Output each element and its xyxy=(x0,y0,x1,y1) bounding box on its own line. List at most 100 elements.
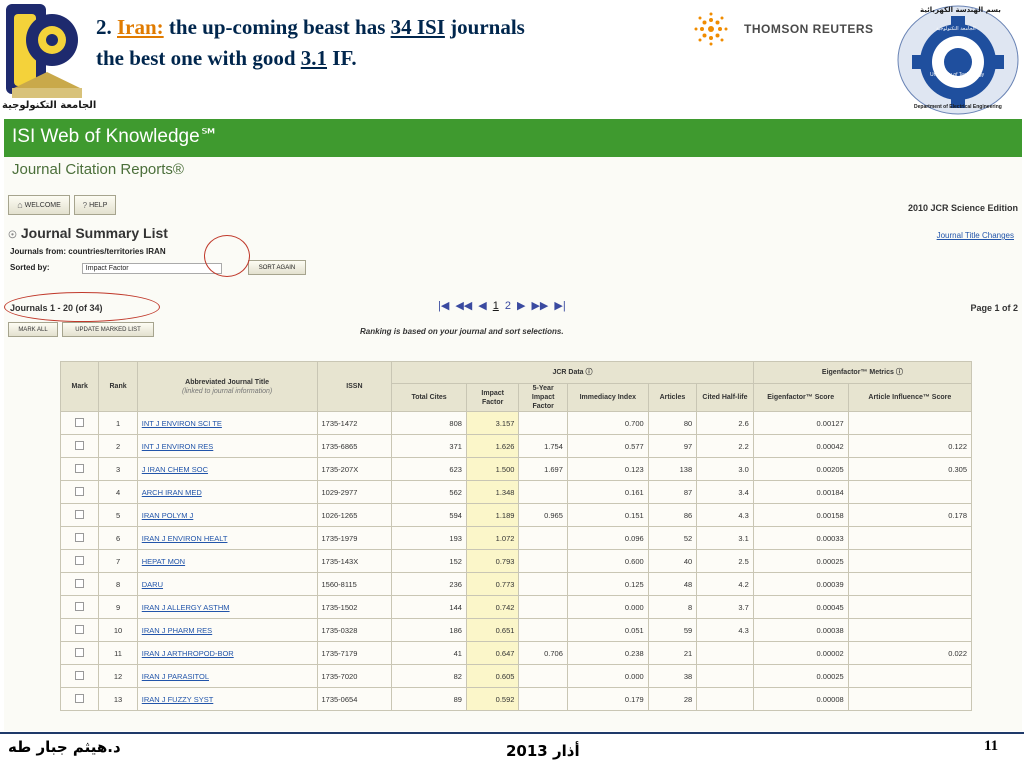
sorted-by-label: Sorted by: xyxy=(10,263,50,272)
page-1-link[interactable]: 1 xyxy=(493,300,499,312)
welcome-button[interactable]: ⌂ WELCOME xyxy=(8,195,70,215)
journal-title-link[interactable]: IRAN J PHARM RES xyxy=(142,626,212,635)
title-cell: IRAN J FUZZY SYST xyxy=(136,687,318,711)
next-ten-icon[interactable]: ▶▶ xyxy=(531,299,548,312)
header-rank: Rank xyxy=(98,361,138,412)
prev-page-icon[interactable]: ◀ xyxy=(478,299,486,312)
issn-cell: 1735-7179 xyxy=(316,641,393,665)
journal-title-link[interactable]: HEPAT MON xyxy=(142,557,185,566)
university-name-arabic: الجامعة التكنولوجية xyxy=(2,100,97,111)
journal-title-link[interactable]: IRAN J PARASITOL xyxy=(142,672,209,681)
impact-factor-cell: 0.651 xyxy=(465,618,520,642)
department-arabic-name: الجامعة التكنولوجية xyxy=(936,26,976,32)
article-influence-cell xyxy=(847,480,973,504)
mark-checkbox[interactable] xyxy=(75,417,85,427)
journal-title-link[interactable]: IRAN POLYM J xyxy=(142,511,194,520)
header-title-label: Abbreviated Journal Title xyxy=(185,378,270,386)
mark-checkbox[interactable] xyxy=(75,624,85,634)
eigenfactor-cell: 0.00002 xyxy=(752,641,849,665)
title-number: 2. xyxy=(96,15,112,39)
journal-title-link[interactable]: IRAN J ENVIRON HEALT xyxy=(142,534,228,543)
cited-half-life-cell: 3.0 xyxy=(696,457,754,481)
page-2-link[interactable]: 2 xyxy=(505,300,511,312)
eigenfactor-cell: 0.00025 xyxy=(752,549,849,573)
sort-select[interactable]: Impact Factor xyxy=(81,263,222,274)
help-label: HELP xyxy=(89,201,108,209)
eigen-info-icon[interactable]: ⓘ xyxy=(896,369,903,376)
mark-checkbox[interactable] xyxy=(75,532,85,542)
title-country: Iran: xyxy=(117,15,164,39)
eigenfactor-cell: 0.00184 xyxy=(752,480,849,504)
first-page-icon[interactable]: |◀ xyxy=(438,299,449,312)
home-icon: ⌂ xyxy=(17,200,23,210)
thomson-reuters-logo: THOMSON REUTERS xyxy=(686,12,891,46)
total-cites-cell: 236 xyxy=(391,572,467,596)
mark-checkbox[interactable] xyxy=(75,693,85,703)
last-page-icon[interactable]: ▶| xyxy=(554,299,565,312)
table-row: 12 IRAN J PARASITOL 1735-7020 82 0.605 0.000 3… xyxy=(59,664,973,688)
cited-half-life-cell: 2.2 xyxy=(696,434,754,458)
five-year-cell xyxy=(518,526,568,550)
summary-list-label: Journal Summary List xyxy=(20,225,168,241)
rank-cell: 1 xyxy=(98,411,138,435)
mark-checkbox[interactable] xyxy=(75,509,85,519)
issn-cell: 1735-0654 xyxy=(316,687,393,711)
journal-title-link[interactable]: IRAN J ALLERGY ASTHM xyxy=(142,603,230,612)
articles-cell: 8 xyxy=(647,595,698,619)
journal-title-link[interactable]: INT J ENVIRON SCI TE xyxy=(142,419,222,428)
update-marked-list-button[interactable]: UPDATE MARKED LIST xyxy=(62,322,154,337)
articles-cell: 21 xyxy=(647,641,698,665)
cited-half-life-cell: 4.3 xyxy=(696,618,754,642)
journal-title-link[interactable]: INT J ENVIRON RES xyxy=(142,442,214,451)
header-jcr-data: JCR Data ⓘ xyxy=(391,361,754,384)
help-button[interactable]: ? HELP xyxy=(74,195,116,215)
impact-factor-cell: 1.189 xyxy=(465,503,520,527)
journal-title-link[interactable]: ARCH IRAN MED xyxy=(142,488,202,497)
mark-checkbox[interactable] xyxy=(75,440,85,450)
jcr-info-icon[interactable]: ⓘ xyxy=(586,369,593,376)
next-page-icon[interactable]: ▶ xyxy=(517,299,525,312)
journal-title-changes-link[interactable]: Journal Title Changes xyxy=(937,231,1014,240)
table-row: 13 IRAN J FUZZY SYST 1735-0654 89 0.592 0.179… xyxy=(59,687,973,711)
five-year-cell xyxy=(518,549,568,573)
article-influence-cell: 0.305 xyxy=(847,457,973,481)
journals-from-value: countries/territories IRAN xyxy=(68,247,166,256)
prev-ten-icon[interactable]: ◀◀ xyxy=(455,299,472,312)
title-cell: IRAN J PARASITOL xyxy=(136,664,318,688)
info-icon: ☉ xyxy=(8,230,17,241)
articles-cell: 59 xyxy=(647,618,698,642)
mark-cell xyxy=(59,480,100,504)
impact-factor-cell: 0.647 xyxy=(465,641,520,665)
journal-title-link[interactable]: DARU xyxy=(142,580,163,589)
mark-checkbox[interactable] xyxy=(75,670,85,680)
articles-cell: 40 xyxy=(647,549,698,573)
issn-cell: 1735-143X xyxy=(316,549,393,573)
journal-title-link[interactable]: IRAN J FUZZY SYST xyxy=(142,695,214,704)
mark-checkbox[interactable] xyxy=(75,555,85,565)
header-eigen-score: Eigenfactor™ Score xyxy=(752,383,849,412)
articles-cell: 86 xyxy=(647,503,698,527)
mark-all-button[interactable]: MARK ALL xyxy=(8,322,58,337)
table-row: 8 DARU 1560-8115 236 0.773 0.125 48 4.2 0.00039 xyxy=(59,572,973,596)
header-eigenfactor-label: Eigenfactor™ Metrics xyxy=(821,369,894,376)
sort-again-button[interactable]: SORT AGAIN xyxy=(248,260,306,275)
highlight-circle-count xyxy=(4,292,160,322)
header-five-year: 5-Year Impact Factor xyxy=(518,383,568,412)
header-jcr-data-label: JCR Data xyxy=(552,369,584,376)
title-line2-pre: the best one with good xyxy=(96,46,296,70)
mark-checkbox[interactable] xyxy=(75,486,85,496)
mark-checkbox[interactable] xyxy=(75,578,85,588)
mark-checkbox[interactable] xyxy=(75,463,85,473)
journal-title-link[interactable]: IRAN J ARTHROPOD-BOR xyxy=(142,649,234,658)
mark-checkbox[interactable] xyxy=(75,647,85,657)
title-cell: INT J ENVIRON RES xyxy=(136,434,318,458)
mark-checkbox[interactable] xyxy=(75,601,85,611)
summary-list-title: ☉ Journal Summary List xyxy=(8,225,168,241)
immediacy-cell: 0.000 xyxy=(566,664,649,688)
journal-title-link[interactable]: J IRAN CHEM SOC xyxy=(142,465,208,474)
department-arabic-top: بسم الهندسة الكهربائية xyxy=(920,6,1001,14)
sorted-by: Sorted by: Impact Factor xyxy=(10,263,222,274)
header-article-influence: Article Influence™ Score xyxy=(847,383,973,412)
five-year-cell: 1.754 xyxy=(518,434,568,458)
isi-header-title: ISI Web of Knowledge℠ xyxy=(12,126,220,147)
